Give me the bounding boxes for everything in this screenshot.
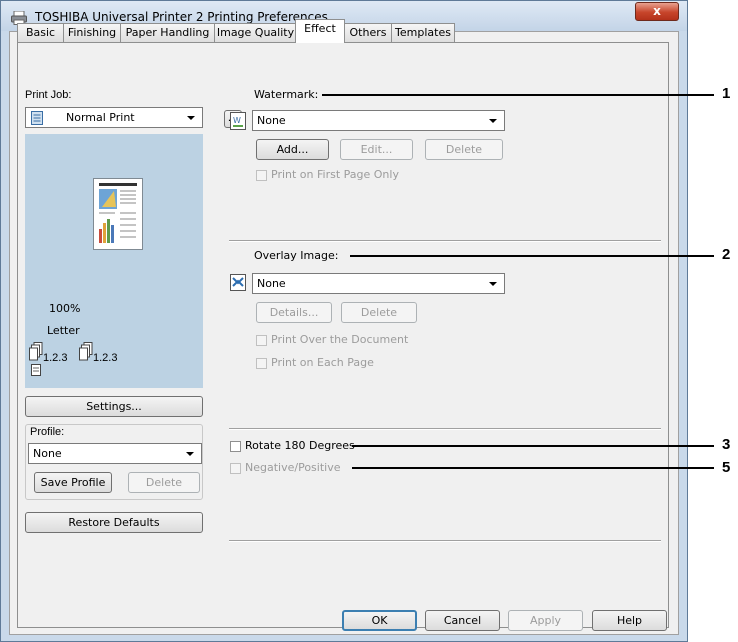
negative-positive-label: Negative/Positive: [245, 461, 341, 474]
window-title: TOSHIBA Universal Printer 2 Printing Pre…: [35, 10, 328, 24]
negative-positive-checkbox[interactable]: [230, 463, 241, 474]
print-over-document-checkbox[interactable]: [256, 335, 267, 346]
overlay-image-icon: [230, 274, 246, 291]
print-over-document-label: Print Over the Document: [271, 333, 409, 346]
preview-page: [93, 178, 143, 250]
callout-number-2: 2: [722, 246, 731, 263]
collate-label-a: 1.2.3: [43, 352, 68, 364]
close-button[interactable]: x: [635, 2, 679, 21]
chevron-down-icon: [187, 116, 195, 120]
chevron-down-icon: [489, 282, 497, 286]
watermark-edit-button[interactable]: Edit...: [340, 139, 413, 160]
watermark-icon: W: [230, 112, 246, 130]
overlay-image-select[interactable]: None: [252, 273, 505, 294]
zoom-level: 100%: [49, 302, 81, 315]
apply-button[interactable]: Apply: [508, 610, 583, 631]
tab-templates[interactable]: Templates: [391, 23, 455, 42]
tab-others[interactable]: Others: [344, 23, 392, 42]
collate-pages-icon: [29, 342, 43, 361]
callout-number-3: 3: [722, 436, 731, 453]
settings-button[interactable]: Settings...: [25, 396, 203, 417]
callout-number-1: 1: [722, 85, 731, 102]
profile-select[interactable]: None: [28, 443, 202, 464]
paper-size: Letter: [47, 324, 80, 337]
cancel-button[interactable]: Cancel: [425, 610, 500, 631]
print-job-select[interactable]: Normal Print: [25, 107, 203, 128]
overlay-image-label: Overlay Image:: [254, 249, 339, 262]
print-preview: 100% Letter 1.2.3 1.2.3: [25, 134, 203, 388]
collate-pages-icon-2: [79, 342, 93, 361]
single-page-icon: [31, 364, 41, 376]
first-page-only-checkbox[interactable]: [256, 170, 267, 181]
tab-effect[interactable]: Effect: [295, 19, 345, 43]
watermark-select[interactable]: None: [252, 110, 505, 131]
overlay-delete-button[interactable]: Delete: [341, 302, 417, 323]
delete-profile-button[interactable]: Delete: [128, 472, 200, 493]
tab-image-quality[interactable]: Image Quality: [214, 23, 297, 42]
help-button[interactable]: Help: [592, 610, 667, 631]
print-job-value: Normal Print: [66, 111, 135, 124]
collate-label-b: 1.2.3: [93, 352, 118, 364]
profile-label: Profile:: [29, 426, 66, 438]
callout-line-5: [352, 467, 714, 469]
page-thumbnail-icon: [99, 183, 137, 243]
rotate-180-checkbox[interactable]: [230, 441, 241, 452]
watermark-delete-button[interactable]: Delete: [425, 139, 503, 160]
overlay-details-button[interactable]: Details...: [256, 302, 332, 323]
document-icon: [31, 111, 43, 125]
print-each-page-label: Print on Each Page: [271, 356, 374, 369]
chevron-down-icon: [489, 119, 497, 123]
rotate-180-label: Rotate 180 Degrees: [245, 439, 355, 452]
tab-paper-handling[interactable]: Paper Handling: [120, 23, 215, 42]
restore-defaults-button[interactable]: Restore Defaults: [25, 512, 203, 533]
callout-line-3: [352, 445, 714, 447]
chevron-down-icon: [186, 452, 194, 456]
overlay-image-value: None: [257, 277, 286, 290]
tab-basic[interactable]: Basic: [17, 23, 64, 42]
divider: [229, 540, 661, 542]
divider: [229, 428, 661, 430]
tab-finishing[interactable]: Finishing: [63, 23, 121, 42]
print-each-page-checkbox[interactable]: [256, 358, 267, 369]
callout-line-1: [322, 94, 714, 96]
watermark-value: None: [257, 114, 286, 127]
print-job-label: Print Job:: [25, 89, 72, 101]
save-profile-button[interactable]: Save Profile: [34, 472, 112, 493]
svg-text:W: W: [233, 116, 241, 125]
ok-button[interactable]: OK: [342, 610, 417, 631]
first-page-only-label: Print on First Page Only: [271, 168, 399, 181]
profile-value: None: [33, 447, 62, 460]
watermark-label: Watermark:: [254, 88, 319, 101]
callout-number-5: 5: [722, 459, 731, 476]
watermark-add-button[interactable]: Add...: [256, 139, 329, 160]
divider: [229, 240, 661, 242]
callout-line-2: [350, 255, 714, 257]
